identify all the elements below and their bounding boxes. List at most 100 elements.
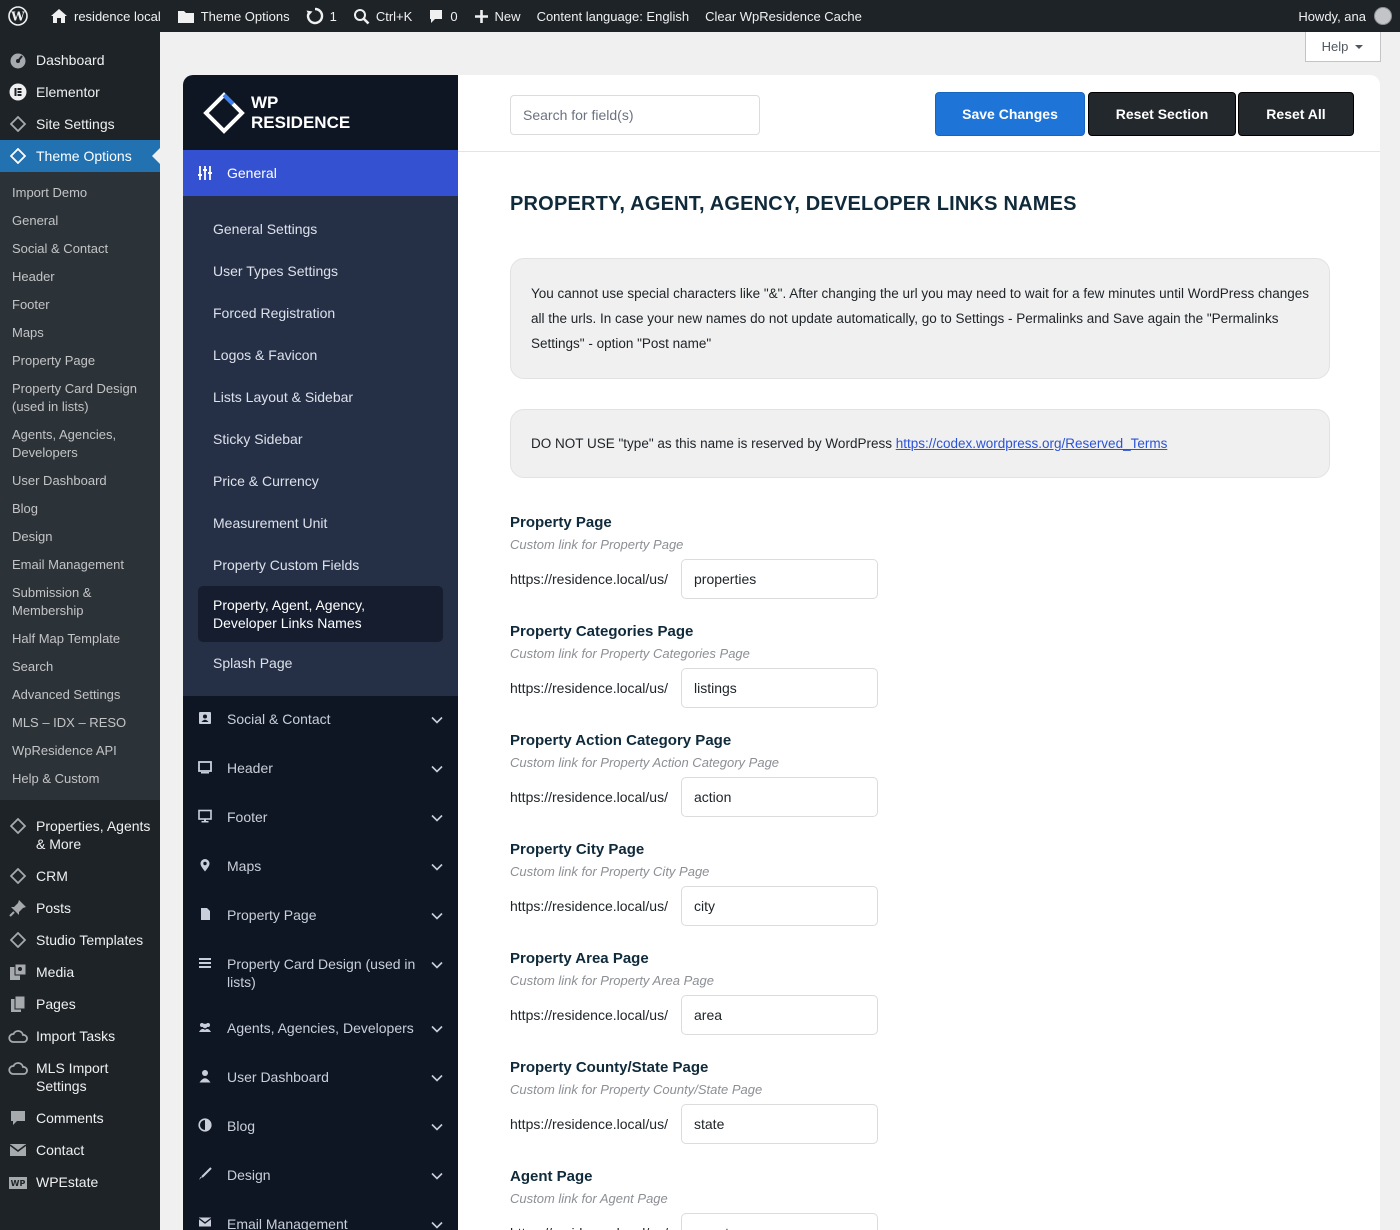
menu-properties-agents-and-more[interactable]: Properties, Agents & More [0,810,160,860]
subsection-property-agent-agency-developer-links-names[interactable]: Property, Agent, Agency, Developer Links… [198,586,443,642]
svg-text:W: W [10,10,25,24]
subsection-property-custom-fields[interactable]: Property Custom Fields [198,544,443,586]
section-design[interactable]: Design [183,1152,458,1201]
submenu-item-header[interactable]: Header [0,263,160,291]
subsection-logos-and-favicon[interactable]: Logos & Favicon [198,334,443,376]
chevron-down-icon [430,710,444,731]
updates-link[interactable]: 1 [298,0,345,32]
property-county-state-page-slug-input[interactable] [681,1104,878,1144]
agent-page-slug-input[interactable] [681,1213,878,1230]
subsection-general-settings[interactable]: General Settings [198,208,443,250]
media-icon [8,963,28,981]
subsection-forced-registration[interactable]: Forced Registration [198,292,443,334]
submenu-item-help-and-custom[interactable]: Help & Custom [0,765,160,793]
submenu-item-property-card-design-used-in-lists[interactable]: Property Card Design (used in lists) [0,375,160,421]
cloud-icon [8,1059,28,1077]
contact-card-icon [197,710,213,725]
submenu-item-mls-idx-reso[interactable]: MLS – IDX – RESO [0,709,160,737]
field-title: Property County/State Page [510,1059,709,1076]
menu-mls-import-settings[interactable]: MLS Import Settings [0,1052,160,1102]
wordpress-logo-icon[interactable]: W [0,0,42,32]
menu-theme-options[interactable]: Theme Options [0,140,160,172]
submenu-item-half-map-template[interactable]: Half Map Template [0,625,160,653]
reset-section-button[interactable]: Reset Section [1088,92,1236,136]
menu-studio-templates[interactable]: Studio Templates [0,924,160,956]
clear-cache-link[interactable]: Clear WpResidence Cache [697,0,870,32]
save-changes-button[interactable]: Save Changes [935,92,1085,136]
section-user-dashboard[interactable]: User Dashboard [183,1054,458,1103]
section-blog[interactable]: Blog [183,1103,458,1152]
info-notice: You cannot use special characters like "… [510,258,1330,379]
avatar [1374,7,1392,25]
menu-pages[interactable]: Pages [0,988,160,1020]
menu-posts[interactable]: Posts [0,892,160,924]
submenu-item-wpresidence-api[interactable]: WpResidence API [0,737,160,765]
home-icon [51,9,67,23]
elementor-icon [8,83,28,101]
menu-wpestate[interactable]: WP WPEstate [0,1166,160,1198]
subsection-lists-layout-and-sidebar[interactable]: Lists Layout & Sidebar [198,376,443,418]
chevron-down-icon [430,1019,444,1040]
menu-dashboard[interactable]: Dashboard [0,44,160,76]
property-categories-page-slug-input[interactable] [681,668,878,708]
reserved-terms-link[interactable]: https://codex.wordpress.org/Reserved_Ter… [896,436,1168,451]
submenu-item-submission-and-membership[interactable]: Submission & Membership [0,579,160,625]
field-agent-page: Agent Page Custom link for Agent Page http… [510,1168,1328,1230]
submenu-item-footer[interactable]: Footer [0,291,160,319]
submenu-item-user-dashboard[interactable]: User Dashboard [0,467,160,495]
submenu-item-general[interactable]: General [0,207,160,235]
updates-icon [306,7,323,25]
menu-contact[interactable]: Contact [0,1134,160,1166]
content-language-link[interactable]: Content language: English [529,0,698,32]
submenu-item-property-page[interactable]: Property Page [0,347,160,375]
submenu-item-social-and-contact[interactable]: Social & Contact [0,235,160,263]
menu-crm[interactable]: CRM [0,860,160,892]
new-content-link[interactable]: New [466,0,529,32]
comments-link[interactable]: 0 [420,0,465,32]
section-maps[interactable]: Maps [183,843,458,892]
help-tab-button[interactable]: Help [1305,32,1381,62]
submenu-item-email-management[interactable]: Email Management [0,551,160,579]
admin-menu: Dashboard Elementor Site Settings Theme Op… [0,32,160,1230]
submenu-item-advanced-settings[interactable]: Advanced Settings [0,681,160,709]
chevron-down-icon [430,1068,444,1089]
property-action-category-page-slug-input[interactable] [681,777,878,817]
submenu-item-search[interactable]: Search [0,653,160,681]
subsection-sticky-sidebar[interactable]: Sticky Sidebar [198,418,443,460]
menu-site-settings[interactable]: Site Settings [0,108,160,140]
my-account-link[interactable]: Howdy, ana [1290,0,1392,32]
site-name-link[interactable]: residence local [42,0,169,32]
command-palette-link[interactable]: Ctrl+K [345,0,420,32]
section-property-card-design-used-in-lists[interactable]: Property Card Design (used in lists) [183,941,458,1005]
admin-bar: W residence local Theme Options 1 Ctrl+K… [0,0,1400,32]
section-general[interactable]: General [183,150,458,196]
menu-media[interactable]: Media [0,956,160,988]
submenu-item-blog[interactable]: Blog [0,495,160,523]
theme-options-link[interactable]: Theme Options [169,0,298,32]
property-city-page-slug-input[interactable] [681,886,878,926]
property-page-slug-input[interactable] [681,559,878,599]
subsection-price-and-currency[interactable]: Price & Currency [198,460,443,502]
subsection-user-types-settings[interactable]: User Types Settings [198,250,443,292]
section-content: PROPERTY, AGENT, AGENCY, DEVELOPER LINKS… [458,193,1380,1230]
submenu-item-maps[interactable]: Maps [0,319,160,347]
submenu-item-import-demo[interactable]: Import Demo [0,179,160,207]
property-area-page-slug-input[interactable] [681,995,878,1035]
menu-comments[interactable]: Comments [0,1102,160,1134]
reset-all-button[interactable]: Reset All [1238,92,1354,136]
menu-import-tasks[interactable]: Import Tasks [0,1020,160,1052]
subsection-measurement-unit[interactable]: Measurement Unit [198,502,443,544]
field-title: Property Page [510,514,612,531]
section-property-page[interactable]: Property Page [183,892,458,941]
submenu-item-design[interactable]: Design [0,523,160,551]
section-header[interactable]: Header [183,745,458,794]
menu-elementor[interactable]: Elementor [0,76,160,108]
search-fields-input[interactable] [510,95,760,135]
section-email-management[interactable]: Email Management [183,1201,458,1230]
submenu-item-agents-agencies-developers[interactable]: Agents, Agencies, Developers [0,421,160,467]
plus-icon [474,9,488,23]
section-footer[interactable]: Footer [183,794,458,843]
subsection-splash-page[interactable]: Splash Page [198,642,443,684]
section-agents-agencies-developers[interactable]: Agents, Agencies, Developers [183,1005,458,1054]
section-social-and-contact[interactable]: Social & Contact [183,696,458,745]
